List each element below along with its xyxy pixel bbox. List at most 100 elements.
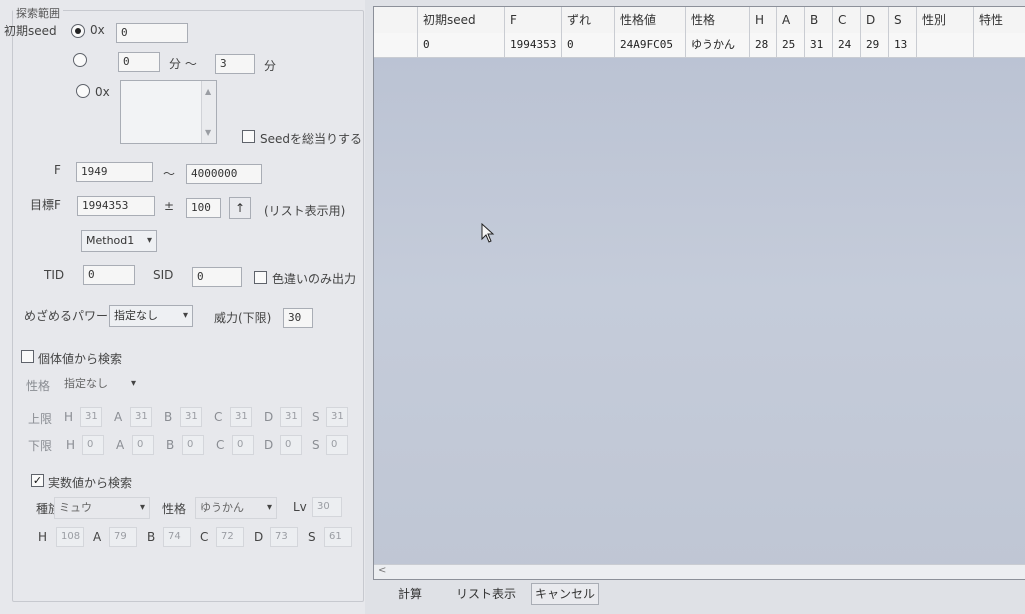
iv-lower-h-input[interactable]: 0 <box>82 435 104 455</box>
table-cell[interactable]: 28 <box>750 33 777 57</box>
column-header[interactable]: F <box>505 7 562 33</box>
iv-lower-a-label: A <box>116 438 125 452</box>
column-header[interactable]: D <box>861 7 889 33</box>
scroll-left-icon[interactable]: < <box>378 565 386 576</box>
column-header[interactable]: S <box>889 7 917 33</box>
seed-hex-radio[interactable] <box>71 24 85 38</box>
iv-search-checkbox[interactable] <box>21 350 34 363</box>
f-from-input[interactable]: 1949 <box>76 162 153 182</box>
target-f-input[interactable]: 1994353 <box>77 196 155 216</box>
iv-upper-a-input[interactable]: 31 <box>130 407 152 427</box>
stat-d-input[interactable]: 73 <box>270 527 298 547</box>
iv-upper-s-input[interactable]: 31 <box>326 407 348 427</box>
column-header[interactable]: A <box>777 7 805 33</box>
horizontal-scrollbar[interactable]: < <box>374 564 1025 579</box>
stat-s-input[interactable]: 61 <box>324 527 352 547</box>
iv-upper-b-input[interactable]: 31 <box>180 407 202 427</box>
initial-seed-label: 初期seed <box>4 24 57 38</box>
stat-d-label: D <box>254 530 264 544</box>
level-input[interactable]: 30 <box>312 497 342 517</box>
iv-upper-c-label: C <box>214 410 223 424</box>
table-cell[interactable]: 13 <box>889 33 917 57</box>
table-cell[interactable]: 31 <box>805 33 833 57</box>
hidden-power-label: めざめるパワー <box>24 309 109 323</box>
stat-c-input[interactable]: 72 <box>216 527 244 547</box>
seed-list-textarea[interactable]: ▲ ▼ <box>120 80 217 144</box>
scroll-down-icon[interactable]: ▼ <box>205 128 211 137</box>
iv-nature-select[interactable]: 指定なし ▾ <box>60 374 140 396</box>
minute-from-input[interactable]: 0 <box>118 52 160 72</box>
iv-upper-h-input[interactable]: 31 <box>80 407 102 427</box>
shiny-only-checkbox[interactable] <box>254 271 267 284</box>
table-cell[interactable]: 0 <box>562 33 615 57</box>
table-cell[interactable]: ゆうかん <box>686 33 750 57</box>
tid-input[interactable]: 0 <box>83 265 135 285</box>
table-cell[interactable]: 0 <box>418 33 505 57</box>
column-header[interactable]: 初期seed <box>418 7 505 33</box>
textarea-scrollbar[interactable]: ▲ ▼ <box>201 81 216 143</box>
minute-to-input[interactable]: 3 <box>215 54 255 74</box>
cancel-button[interactable]: キャンセル <box>531 583 599 605</box>
sid-input[interactable]: 0 <box>192 267 242 287</box>
species-select[interactable]: ミュウ ▾ <box>54 497 150 519</box>
table-row[interactable]: 0 1994353 0 24A9FC05 ゆうかん 28 25 31 24 29 13 <box>374 33 1025 58</box>
table-cell[interactable]: 24 <box>833 33 861 57</box>
tid-label: TID <box>44 268 65 282</box>
target-range-input[interactable]: 100 <box>186 198 221 218</box>
seed-bruteforce-checkbox[interactable] <box>242 130 255 143</box>
iv-upper-d-input[interactable]: 31 <box>280 407 302 427</box>
stat-b-input[interactable]: 74 <box>163 527 191 547</box>
iv-lower-a-input[interactable]: 0 <box>132 435 154 455</box>
results-grid[interactable]: 初期seed F ずれ 性格値 性格 H A B C D S 性別 特性 0 1994353 0 24A9FC… <box>373 6 1025 580</box>
f-to-input[interactable]: 4000000 <box>186 164 262 184</box>
stat-search-checkbox[interactable]: ✓ <box>31 474 44 487</box>
iv-nature-label: 性格 <box>26 379 51 393</box>
target-f-label: 目標F <box>30 198 61 212</box>
column-header[interactable]: B <box>805 7 833 33</box>
seed-minute-radio[interactable] <box>73 53 87 67</box>
method-select-value: Method1 <box>86 234 135 247</box>
column-header[interactable] <box>374 7 418 33</box>
stat-c-label: C <box>200 530 209 544</box>
iv-upper-b-label: B <box>164 410 173 424</box>
column-header[interactable]: 性別 <box>917 7 974 33</box>
table-cell[interactable]: 24A9FC05 <box>615 33 686 57</box>
table-cell[interactable]: 29 <box>861 33 889 57</box>
table-cell[interactable] <box>917 33 974 57</box>
species-value: ミュウ <box>59 501 92 514</box>
method-select[interactable]: Method1 ▾ <box>81 230 157 252</box>
stat-nature-select[interactable]: ゆうかん ▾ <box>195 497 277 519</box>
column-header[interactable]: H <box>750 7 777 33</box>
iv-lower-b-input[interactable]: 0 <box>182 435 204 455</box>
column-header[interactable]: 性格値 <box>615 7 686 33</box>
iv-upper-d-label: D <box>264 410 274 424</box>
up-arrow-button[interactable]: ↑ <box>229 197 251 219</box>
iv-lower-c-input[interactable]: 0 <box>232 435 254 455</box>
column-header[interactable]: C <box>833 7 861 33</box>
stat-a-input[interactable]: 79 <box>109 527 137 547</box>
stat-h-input[interactable]: 108 <box>56 527 84 547</box>
seed-hex-input[interactable]: 0 <box>116 23 188 43</box>
chevron-down-icon: ▾ <box>139 502 145 513</box>
calc-button[interactable]: 計算 <box>379 583 441 605</box>
iv-lower-d-input[interactable]: 0 <box>280 435 302 455</box>
minute-range-separator: 分 〜 <box>169 57 197 71</box>
column-header[interactable]: 性格 <box>686 7 750 33</box>
table-cell[interactable] <box>974 33 1025 57</box>
table-cell[interactable]: 25 <box>777 33 805 57</box>
table-cell[interactable]: 1994353 <box>505 33 562 57</box>
table-cell[interactable] <box>374 33 418 57</box>
column-header[interactable]: ずれ <box>562 7 615 33</box>
hidden-power-select[interactable]: 指定なし ▾ <box>109 305 193 327</box>
iv-lower-label: 下限 <box>28 439 53 453</box>
column-header[interactable]: 特性 <box>974 7 1025 33</box>
iv-upper-c-input[interactable]: 31 <box>230 407 252 427</box>
power-min-input[interactable]: 30 <box>283 308 313 328</box>
iv-upper-a-label: A <box>114 410 123 424</box>
list-display-button[interactable]: リスト表示 <box>449 583 523 605</box>
seed-list-radio[interactable] <box>76 84 90 98</box>
chevron-down-icon: ▾ <box>182 310 188 321</box>
mouse-cursor-icon <box>481 223 495 243</box>
iv-lower-s-input[interactable]: 0 <box>326 435 348 455</box>
scroll-up-icon[interactable]: ▲ <box>205 87 211 96</box>
